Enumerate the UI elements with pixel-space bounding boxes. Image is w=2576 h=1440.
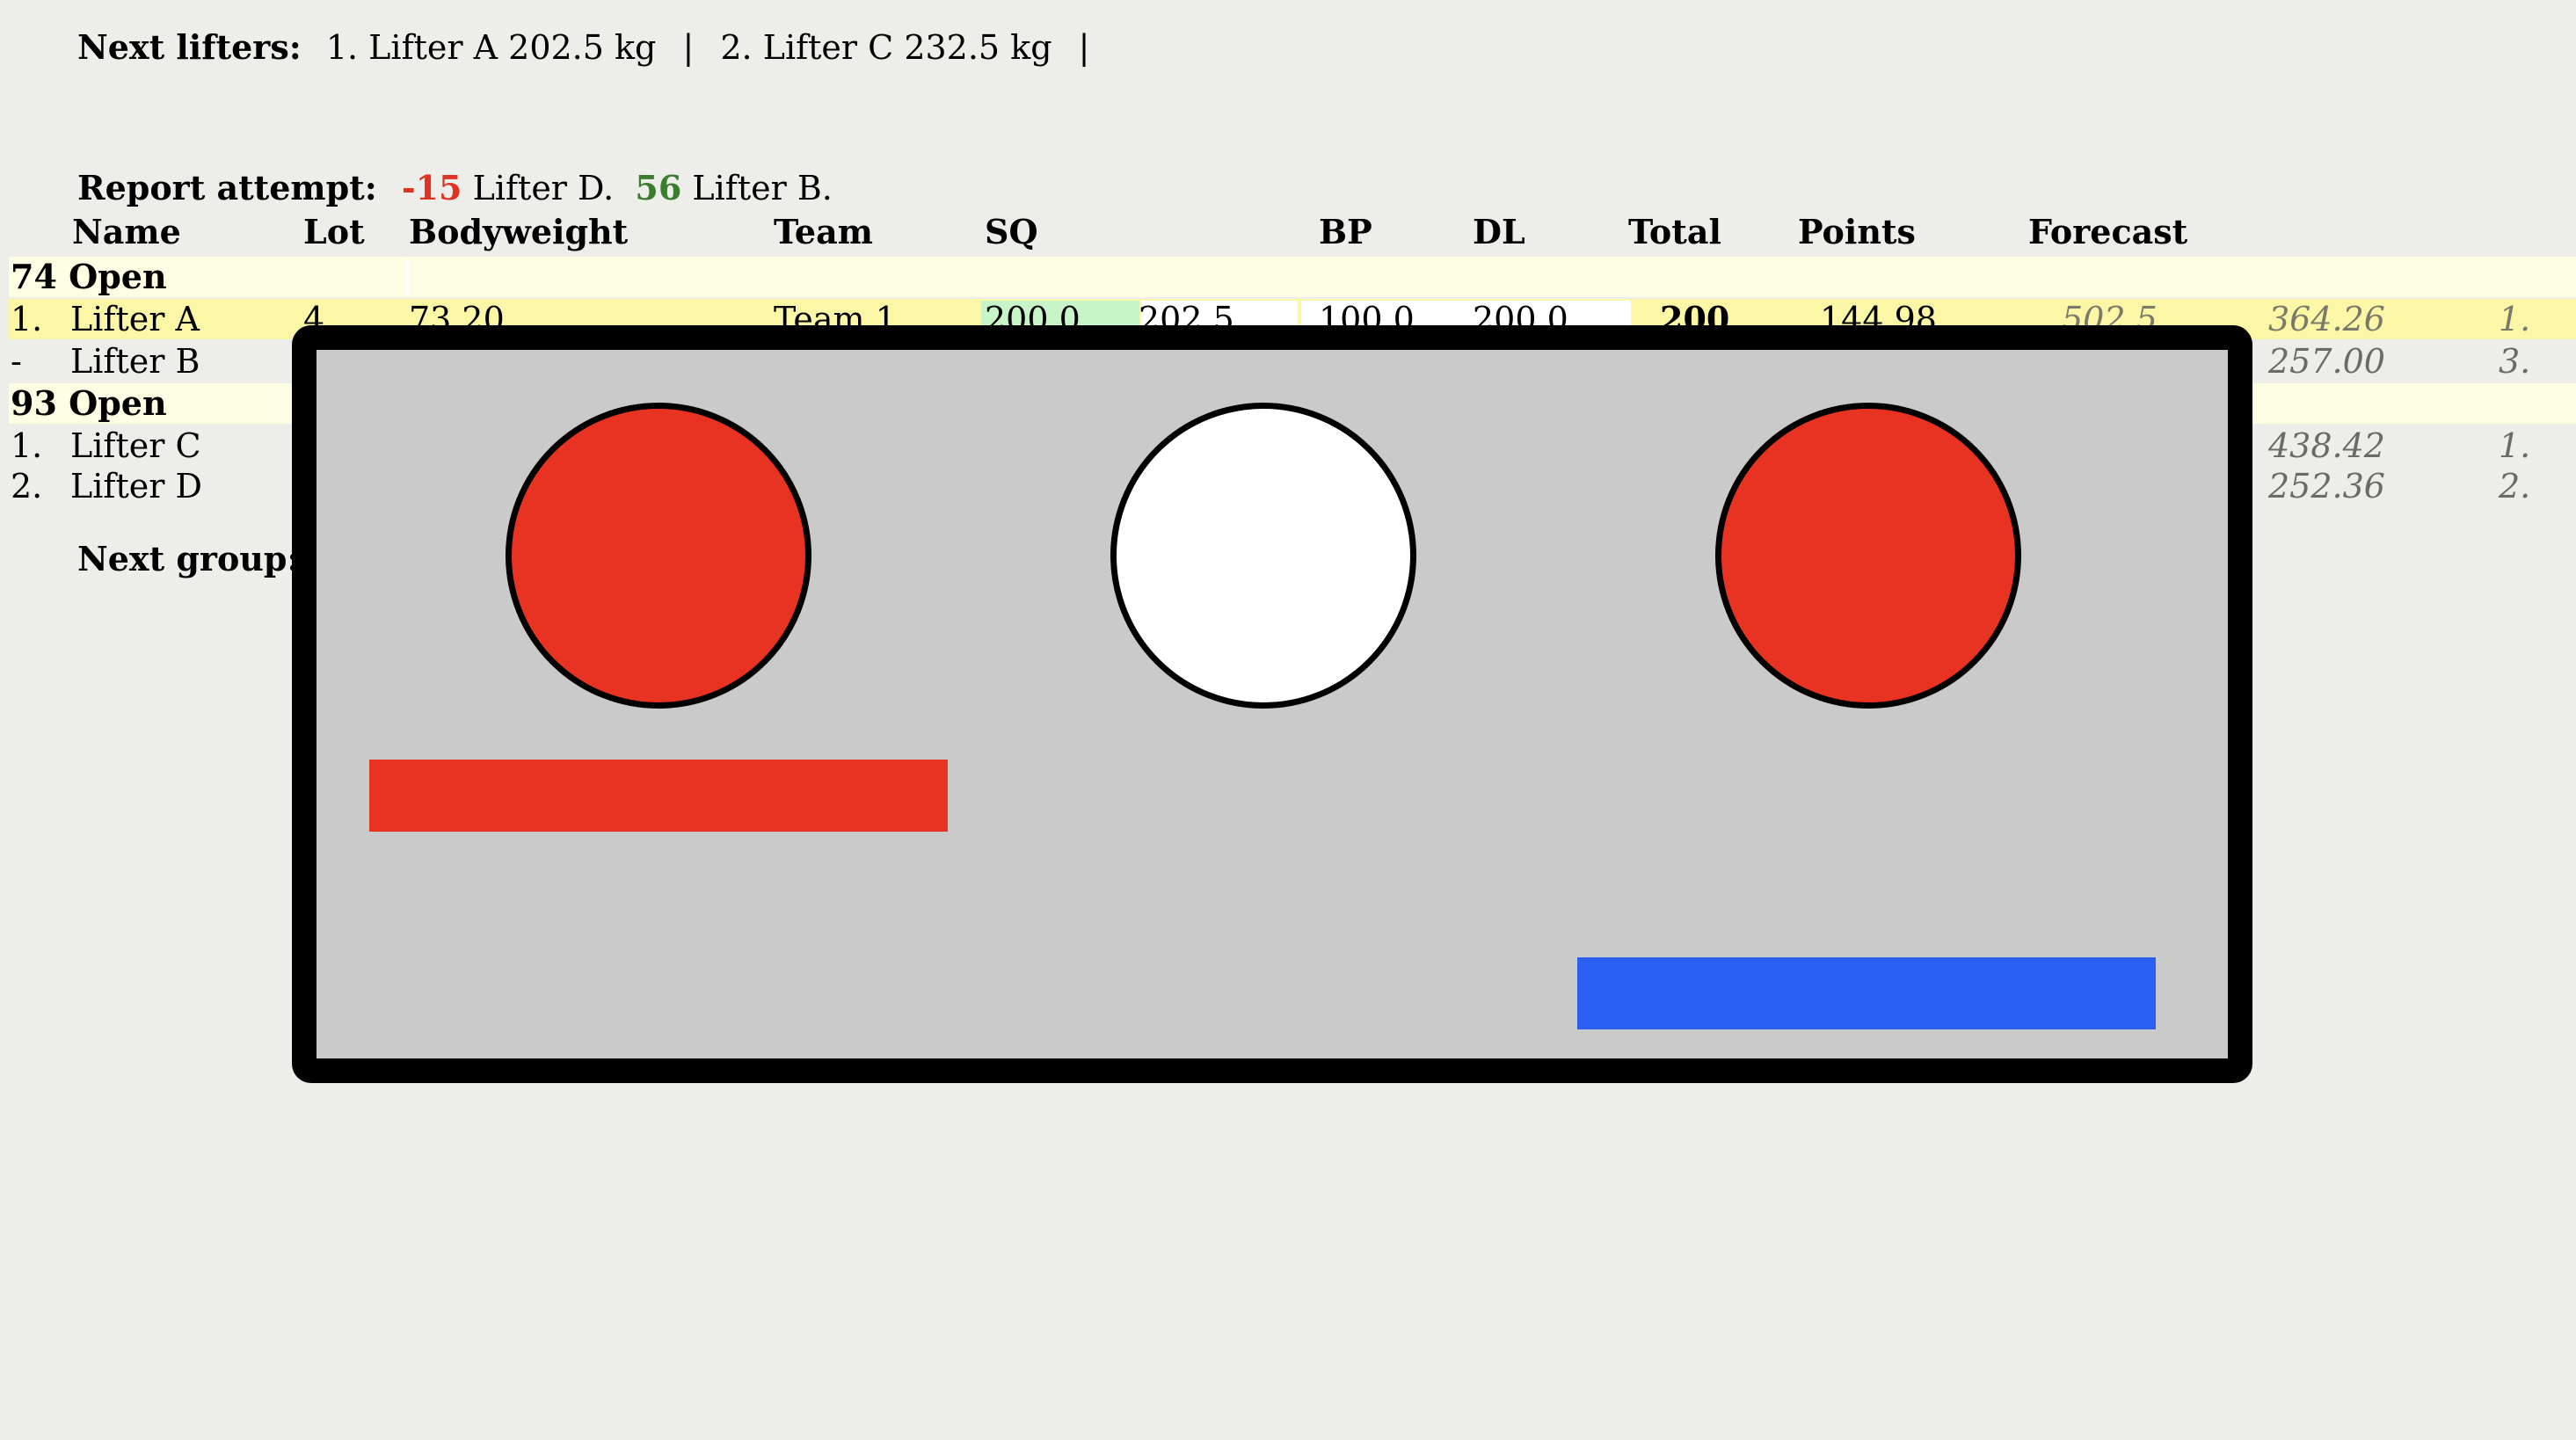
row-forecast-place: 1. — [2499, 426, 2531, 465]
row-place: - — [11, 342, 22, 381]
row-name: Lifter A — [70, 300, 200, 338]
referee-decision-overlay — [292, 325, 2252, 1083]
row-place: 1. — [11, 300, 43, 338]
row-forecast-points: 438.42 — [2268, 426, 2385, 465]
next-lifters-separator: | — [682, 28, 695, 67]
next-group-label: Next group: — [77, 539, 300, 578]
referee-lamp-right — [1715, 403, 2021, 709]
row-forecast-place: 1. — [2499, 300, 2531, 338]
report-attempt-name: Lifter B. — [692, 169, 833, 207]
report-attempt-label: Report attempt: — [77, 168, 377, 207]
cell-separator — [406, 258, 989, 295]
row-place: 1. — [11, 426, 43, 465]
referee-lamp-center — [1110, 403, 1416, 709]
report-attempt-value: -15 — [401, 168, 462, 207]
header-forecast: Forecast — [2028, 212, 2188, 251]
row-name: Lifter B — [70, 342, 200, 381]
header-lot: Lot — [303, 212, 365, 251]
next-lifters-line: Next lifters: 1. Lifter A 202.5 kg | 2. … — [77, 26, 1105, 69]
row-forecast-place: 2. — [2499, 467, 2531, 505]
report-attempt-line: Report attempt: -15 Lifter D. 56 Lifter … — [77, 167, 833, 209]
header-points: Points — [1798, 212, 1916, 251]
header-dl: DL — [1473, 212, 1525, 251]
row-forecast-place: 3. — [2499, 342, 2531, 381]
report-attempt-value: 56 — [635, 168, 682, 207]
header-sq: SQ — [985, 212, 1038, 251]
report-attempt-name: Lifter D. — [472, 169, 615, 207]
referee-card-right — [1577, 957, 2156, 1029]
group-title: 93 Open — [11, 383, 167, 423]
next-lifter-2: 2. Lifter C 232.5 kg — [720, 28, 1052, 67]
referee-card-left — [369, 760, 948, 832]
next-lifter-1: 1. Lifter A 202.5 kg — [325, 28, 657, 67]
header-name: Name — [72, 212, 181, 251]
group-row: 74 Open — [9, 257, 2576, 297]
row-place: 2. — [11, 467, 43, 505]
row-name: Lifter C — [70, 426, 201, 465]
header-total: Total — [1628, 212, 1721, 251]
row-forecast-points: 257.00 — [2268, 342, 2385, 381]
row-name: Lifter D — [70, 467, 202, 505]
header-team: Team — [774, 212, 873, 251]
next-lifters-separator: | — [1078, 28, 1090, 67]
referee-decision-panel — [317, 350, 2228, 1058]
row-forecast-points: 364.26 — [2268, 300, 2385, 338]
referee-lamp-left — [506, 403, 811, 709]
header-bp: BP — [1319, 212, 1372, 251]
next-lifters-label: Next lifters: — [77, 27, 302, 67]
group-title: 74 Open — [11, 257, 167, 296]
row-forecast-points: 252.36 — [2268, 467, 2385, 505]
header-bodyweight: Bodyweight — [409, 212, 629, 251]
